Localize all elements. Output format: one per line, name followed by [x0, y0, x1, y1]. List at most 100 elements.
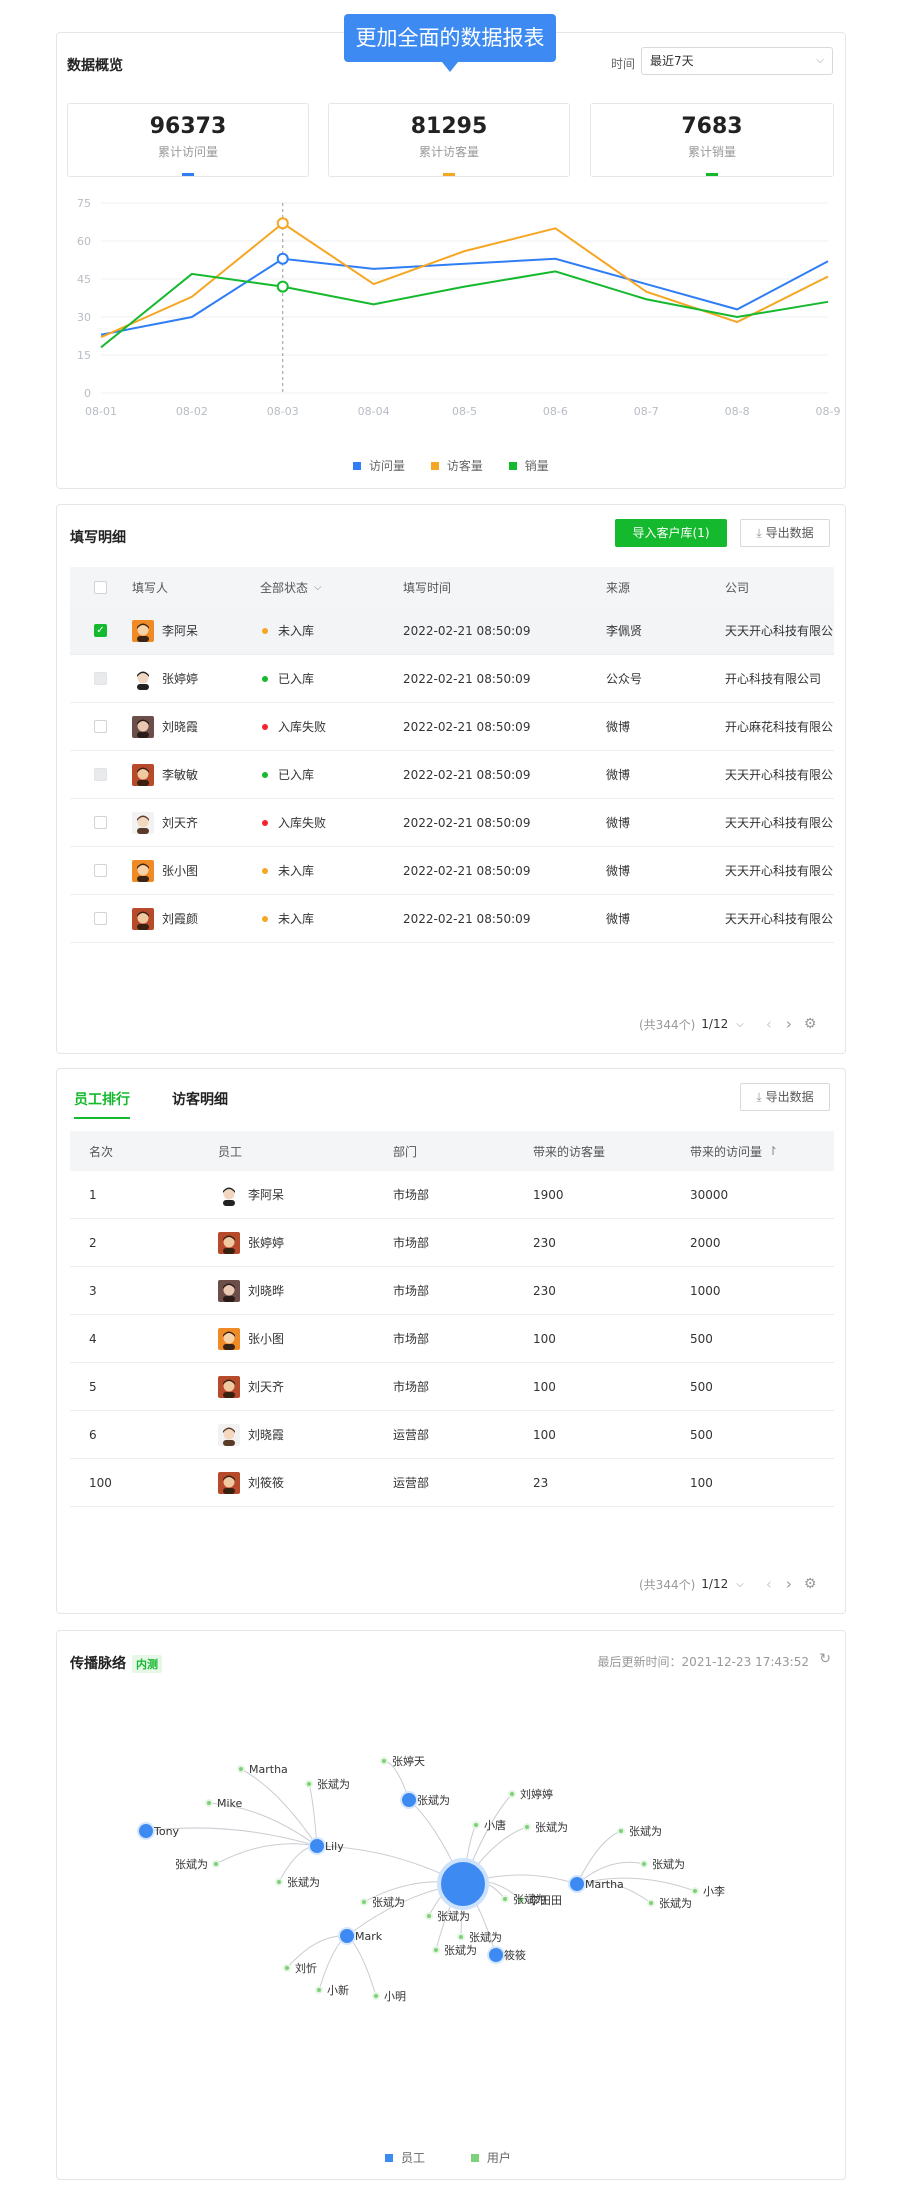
node-label: 张斌为: [372, 1896, 405, 1909]
col-time: 填写时间: [403, 580, 452, 595]
hover-point[interactable]: [276, 217, 289, 230]
col-status-filter[interactable]: 全部状态 ⌵: [260, 567, 322, 607]
user-node[interactable]: [315, 1986, 323, 1994]
table-row[interactable]: ✓ 李阿呆 未入库 2022-02-21 08:50:09 李佩贤 天天开心科技有限公司: [70, 607, 834, 655]
table-row[interactable]: 5 刘天齐 市场部 100 500: [70, 1363, 834, 1411]
user-node[interactable]: [205, 1799, 213, 1807]
fill-detail-card: 填写明细 导入客户库(1) ⤓ 导出数据 填写人 全部状态 ⌵ 填写时间 来源 公司…: [56, 504, 846, 1054]
department: 运营部: [393, 1428, 430, 1442]
user-node[interactable]: [617, 1827, 625, 1835]
user-node[interactable]: [640, 1860, 648, 1868]
employee-node[interactable]: [338, 1927, 356, 1945]
row-checkbox[interactable]: [94, 895, 107, 942]
next-page-icon[interactable]: ›: [786, 1575, 792, 1593]
user-node[interactable]: [283, 1964, 291, 1972]
department: 市场部: [393, 1332, 430, 1346]
user-node[interactable]: [501, 1895, 509, 1903]
y-tick-label: 75: [77, 197, 91, 210]
table-row[interactable]: 2 张婷婷 市场部 230 2000: [70, 1219, 834, 1267]
prev-page-icon[interactable]: ‹: [766, 1575, 772, 1593]
staff-ranking-card: 员工排行 访客明细 ⤓ 导出数据 名次 员工 部门 带来的访客量 带来的访问量 ↾ …: [56, 1068, 846, 1614]
chevron-down-icon[interactable]: ⌵: [736, 1579, 744, 1590]
table-row[interactable]: 3 刘晓晔 市场部 230 1000: [70, 1267, 834, 1315]
employee-node[interactable]: [568, 1875, 586, 1893]
source: 微博: [606, 816, 631, 830]
user-node[interactable]: [380, 1757, 388, 1765]
chevron-down-icon[interactable]: ⌵: [736, 1019, 744, 1030]
row-checkbox[interactable]: [94, 751, 107, 798]
node-label: Lily: [325, 1840, 344, 1853]
user-node[interactable]: [425, 1912, 433, 1920]
next-page-icon[interactable]: ›: [786, 1015, 792, 1033]
export-data-button[interactable]: ⤓ 导出数据: [740, 1083, 830, 1111]
refresh-icon[interactable]: ↻: [819, 1651, 831, 1667]
table-row[interactable]: 1 李阿呆 市场部 1900 30000: [70, 1171, 834, 1219]
col-staff: 员工: [218, 1144, 243, 1159]
row-checkbox[interactable]: [94, 655, 107, 702]
import-customers-button[interactable]: 导入客户库(1): [615, 519, 727, 547]
table-row[interactable]: 张小图 未入库 2022-02-21 08:50:09 微博 天天开心科技有限公司: [70, 847, 834, 895]
user-node[interactable]: [432, 1946, 440, 1954]
user-node[interactable]: [691, 1887, 699, 1895]
col-visits-sort[interactable]: 带来的访问量 ↾: [690, 1131, 778, 1171]
network-title: 传播脉络: [70, 1656, 126, 1672]
table-row[interactable]: 4 张小图 市场部 100 500: [70, 1315, 834, 1363]
user-node[interactable]: [237, 1765, 245, 1773]
status-dot: [262, 627, 268, 634]
settings-icon[interactable]: ⚙: [804, 1016, 817, 1032]
user-node[interactable]: [305, 1780, 313, 1788]
source: 李佩贤: [606, 624, 643, 638]
table-row[interactable]: 刘天齐 入库失败 2022-02-21 08:50:09 微博 天天开心科技有限公司: [70, 799, 834, 847]
download-icon: ⤓: [756, 526, 762, 540]
table-row[interactable]: 刘霞颜 未入库 2022-02-21 08:50:09 微博 天天开心科技有限公司: [70, 895, 834, 943]
department: 市场部: [393, 1236, 430, 1250]
rank: 6: [89, 1427, 97, 1442]
user-node[interactable]: [472, 1821, 480, 1829]
row-checkbox[interactable]: ✓: [94, 607, 107, 654]
settings-icon[interactable]: ⚙: [804, 1576, 817, 1592]
user-node[interactable]: [275, 1878, 283, 1886]
tab-staff-ranking[interactable]: 员工排行: [74, 1089, 130, 1119]
time-range-select[interactable]: 最近7天 ⌵: [641, 47, 833, 75]
table-row[interactable]: 6 刘晓霞 运营部 100 500: [70, 1411, 834, 1459]
node-label: 筱筱: [504, 1948, 526, 1962]
root-node[interactable]: [437, 1858, 489, 1910]
node-label: Martha: [585, 1878, 624, 1891]
filler-name: 张婷婷: [162, 672, 199, 686]
table-row[interactable]: 李敏敏 已入库 2022-02-21 08:50:09 微博 天天开心科技有限公司: [70, 751, 834, 799]
edge: [576, 1830, 622, 1885]
pager-page[interactable]: 1/12: [701, 1017, 728, 1031]
prev-page-icon[interactable]: ‹: [766, 1015, 772, 1033]
company: 天天开心科技有限公司: [725, 624, 834, 638]
user-node[interactable]: [372, 1992, 380, 2000]
hover-point[interactable]: [276, 252, 289, 265]
pagination: (共344个) 1/12 ⌵ ‹ › ⚙: [639, 1575, 816, 1593]
hover-point[interactable]: [276, 280, 289, 293]
status-dot: [262, 819, 268, 826]
select-all-checkbox[interactable]: [94, 567, 107, 607]
node-label: 刘忻: [295, 1962, 317, 1975]
employee-node[interactable]: [487, 1946, 505, 1964]
company: 天天开心科技有限公司: [725, 864, 834, 878]
row-checkbox[interactable]: [94, 847, 107, 894]
user-node[interactable]: [647, 1899, 655, 1907]
user-node[interactable]: [457, 1933, 465, 1941]
overview-title: 数据概览: [67, 58, 123, 74]
employee-node[interactable]: [308, 1837, 326, 1855]
export-data-button[interactable]: ⤓ 导出数据: [740, 519, 830, 547]
avatar: [218, 1423, 240, 1446]
table-row[interactable]: 刘晓霞 入库失败 2022-02-21 08:50:09 微博 开心麻花科技有限公司: [70, 703, 834, 751]
tab-visitor-detail[interactable]: 访客明细: [172, 1089, 228, 1119]
employee-node[interactable]: [137, 1822, 155, 1840]
table-row[interactable]: 100 刘筱筱 运营部 23 100: [70, 1459, 834, 1507]
table-row[interactable]: 张婷婷 已入库 2022-02-21 08:50:09 公众号 开心科技有限公司: [70, 655, 834, 703]
row-checkbox[interactable]: [94, 799, 107, 846]
stat-visits: 96373 累计访问量: [67, 103, 309, 177]
employee-node[interactable]: [400, 1791, 418, 1809]
user-node[interactable]: [212, 1860, 220, 1868]
pager-page[interactable]: 1/12: [701, 1577, 728, 1591]
user-node[interactable]: [523, 1823, 531, 1831]
user-node[interactable]: [508, 1790, 516, 1798]
user-node[interactable]: [360, 1898, 368, 1906]
row-checkbox[interactable]: [94, 703, 107, 750]
